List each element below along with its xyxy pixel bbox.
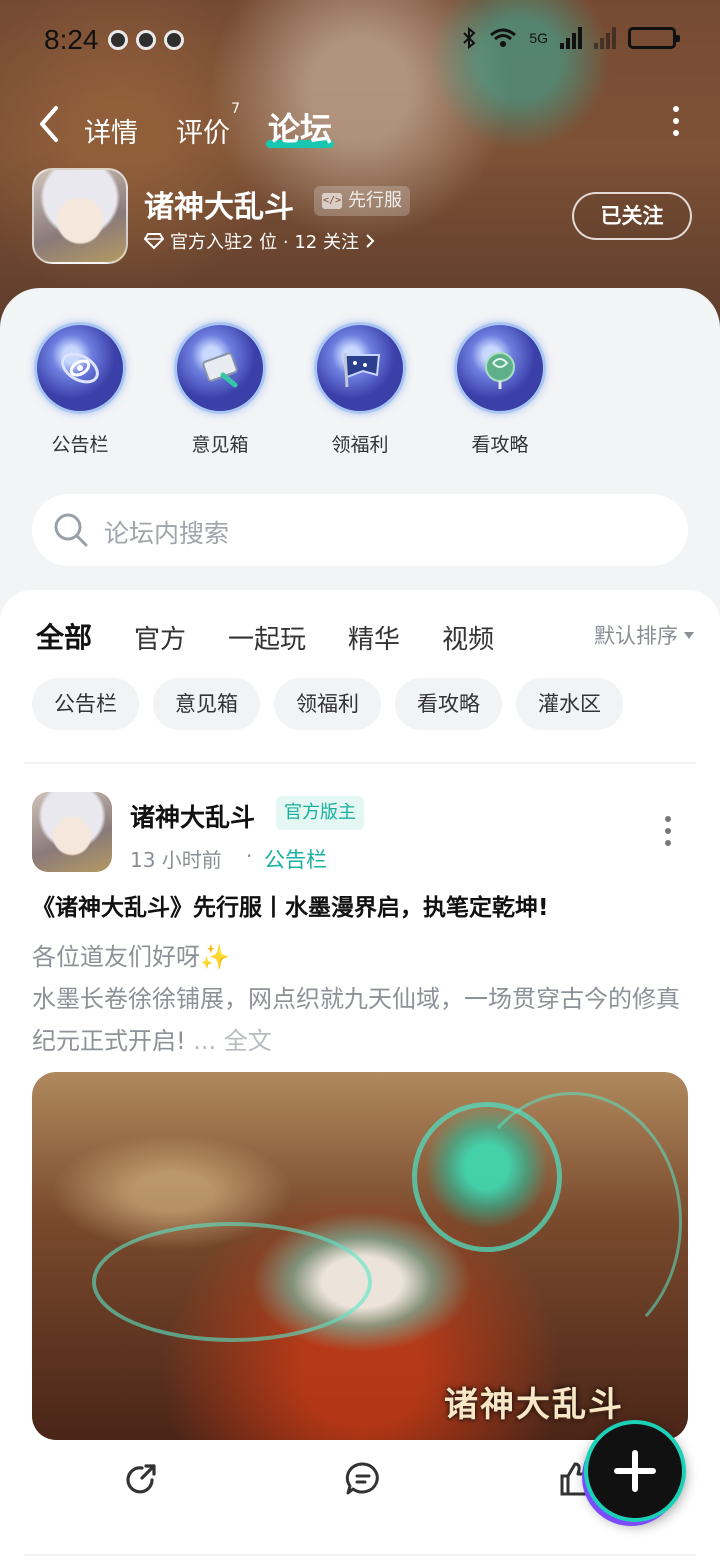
quick-links: 公告栏 意见箱 领福利 看攻略 <box>34 322 546 457</box>
post-time: 13 小时前 <box>130 848 222 872</box>
sparkles-icon: ✨ <box>200 943 230 971</box>
meta-separator: · <box>246 844 253 868</box>
forum-sheet: 公告栏 意见箱 领福利 看攻略 论坛内搜索 全部 官方 一起玩 精华 视频 默认… <box>0 288 720 1560</box>
board-chips: 公告栏 意见箱 领福利 看攻略 灌水区 <box>32 678 623 730</box>
quick-link-label: 公告栏 <box>51 434 109 456</box>
divider <box>24 762 696 764</box>
reviews-count-badge: 7 <box>231 101 240 117</box>
filter-tab-video[interactable]: 视频 <box>442 619 494 656</box>
chip-announcements[interactable]: 公告栏 <box>32 678 139 730</box>
post-title[interactable]: 《诸神大乱斗》先行服丨水墨漫界启，执笔定乾坤! <box>32 888 692 922</box>
wifi-icon <box>490 28 517 47</box>
author-avatar[interactable] <box>32 792 112 872</box>
game-meta-text: 官方入驻2 位 · 12 关注 <box>170 232 359 253</box>
energy-swirl <box>92 1222 372 1342</box>
search-input[interactable]: 论坛内搜索 <box>104 514 229 550</box>
network-type: 5G <box>529 30 548 46</box>
nav-tabs: 详情 评价 7 论坛 <box>84 101 335 150</box>
quick-link-label: 看攻略 <box>471 434 529 456</box>
system-indicators: 5G <box>461 26 680 50</box>
quick-link-rewards[interactable]: 领福利 <box>314 322 406 457</box>
notification-icon <box>108 30 128 50</box>
quick-link-label: 领福利 <box>331 434 389 456</box>
tab-reviews[interactable]: 评价 7 <box>176 101 240 150</box>
galaxy-orb-icon <box>34 322 126 414</box>
quick-link-announcements[interactable]: 公告栏 <box>34 322 126 457</box>
chip-guides[interactable]: 看攻略 <box>395 678 502 730</box>
status-bar: 8:24 5G <box>0 18 720 62</box>
follow-button[interactable]: 已关注 <box>572 192 692 240</box>
scroll-orb-icon <box>174 322 266 414</box>
quick-link-label: 意见箱 <box>191 434 249 456</box>
filter-tab-all[interactable]: 全部 <box>36 616 92 656</box>
sort-dropdown[interactable]: 默认排序 <box>594 620 694 650</box>
status-time: 8:24 <box>44 24 99 55</box>
caret-down-icon <box>684 631 694 639</box>
signal-icon <box>560 27 582 49</box>
filter-tabs: 全部 官方 一起玩 精华 视频 <box>36 616 494 656</box>
post-body-line: 水墨长卷徐徐铺展，网点织就九天仙域，一场贯穿古今的修真纪元正式开启! <box>32 985 680 1055</box>
notification-icons <box>108 30 184 50</box>
post-more-icon[interactable] <box>664 816 672 846</box>
chip-chat[interactable]: 灌水区 <box>516 678 623 730</box>
game-meta[interactable]: 官方入驻2 位 · 12 关注 <box>144 228 375 254</box>
post-image[interactable]: 诸神大乱斗 <box>32 1072 688 1440</box>
read-more-link[interactable]: ... 全文 <box>193 1027 272 1055</box>
quick-link-feedback[interactable]: 意见箱 <box>174 322 266 457</box>
quick-link-guides[interactable]: 看攻略 <box>454 322 546 457</box>
game-header: 诸神大乱斗 </> 先行服 官方入驻2 位 · 12 关注 已关注 <box>32 168 692 268</box>
sort-label: 默认排序 <box>594 624 678 648</box>
signal-icon-secondary <box>594 27 616 49</box>
comment-icon[interactable] <box>344 1460 382 1498</box>
game-logo-overlay: 诸神大乱斗 <box>444 1385 624 1425</box>
tab-details[interactable]: 详情 <box>84 111 138 150</box>
post-body[interactable]: 各位道友们好呀✨ 水墨长卷徐徐铺展，网点织就九天仙域，一场贯穿古今的修真纪元正式… <box>32 936 692 1062</box>
chip-feedback[interactable]: 意见箱 <box>153 678 260 730</box>
filter-tab-play-together[interactable]: 一起玩 <box>228 619 306 656</box>
tab-forum[interactable]: 论坛 <box>266 104 335 150</box>
code-icon: </> <box>322 193 342 209</box>
plus-icon <box>614 1450 656 1492</box>
game-app-icon[interactable] <box>32 168 128 264</box>
official-moderator-badge: 官方版主 <box>276 796 364 830</box>
filter-tab-official[interactable]: 官方 <box>134 619 186 656</box>
diamond-icon <box>144 233 164 250</box>
author-name[interactable]: 诸神大乱斗 <box>130 798 255 834</box>
banner-orb-icon <box>314 322 406 414</box>
create-post-button[interactable] <box>584 1420 686 1522</box>
battery-icon <box>628 27 680 49</box>
jade-orb-icon <box>454 322 546 414</box>
notification-icon <box>136 30 156 50</box>
top-navigation: 详情 评价 7 论坛 <box>0 96 720 152</box>
chevron-right-icon <box>366 234 375 248</box>
pre-release-tag: </> 先行服 <box>314 186 410 216</box>
notification-icon <box>164 30 184 50</box>
forum-search[interactable]: 论坛内搜索 <box>32 494 688 566</box>
more-options-icon[interactable] <box>672 106 680 140</box>
back-arrow-icon[interactable] <box>32 102 68 146</box>
divider <box>24 1554 696 1556</box>
search-icon <box>54 513 88 547</box>
share-icon[interactable] <box>122 1460 160 1498</box>
chip-rewards[interactable]: 领福利 <box>274 678 381 730</box>
post-board-link[interactable]: 公告栏 <box>264 844 327 874</box>
post-body-line: 各位道友们好呀 <box>32 943 200 971</box>
energy-swirl <box>462 1092 682 1352</box>
filter-tab-featured[interactable]: 精华 <box>348 619 400 656</box>
game-title: 诸神大乱斗 <box>144 190 294 225</box>
bluetooth-icon <box>463 26 476 50</box>
post-feed: 全部 官方 一起玩 精华 视频 默认排序 公告栏 意见箱 领福利 看攻略 灌水区… <box>0 590 720 1560</box>
